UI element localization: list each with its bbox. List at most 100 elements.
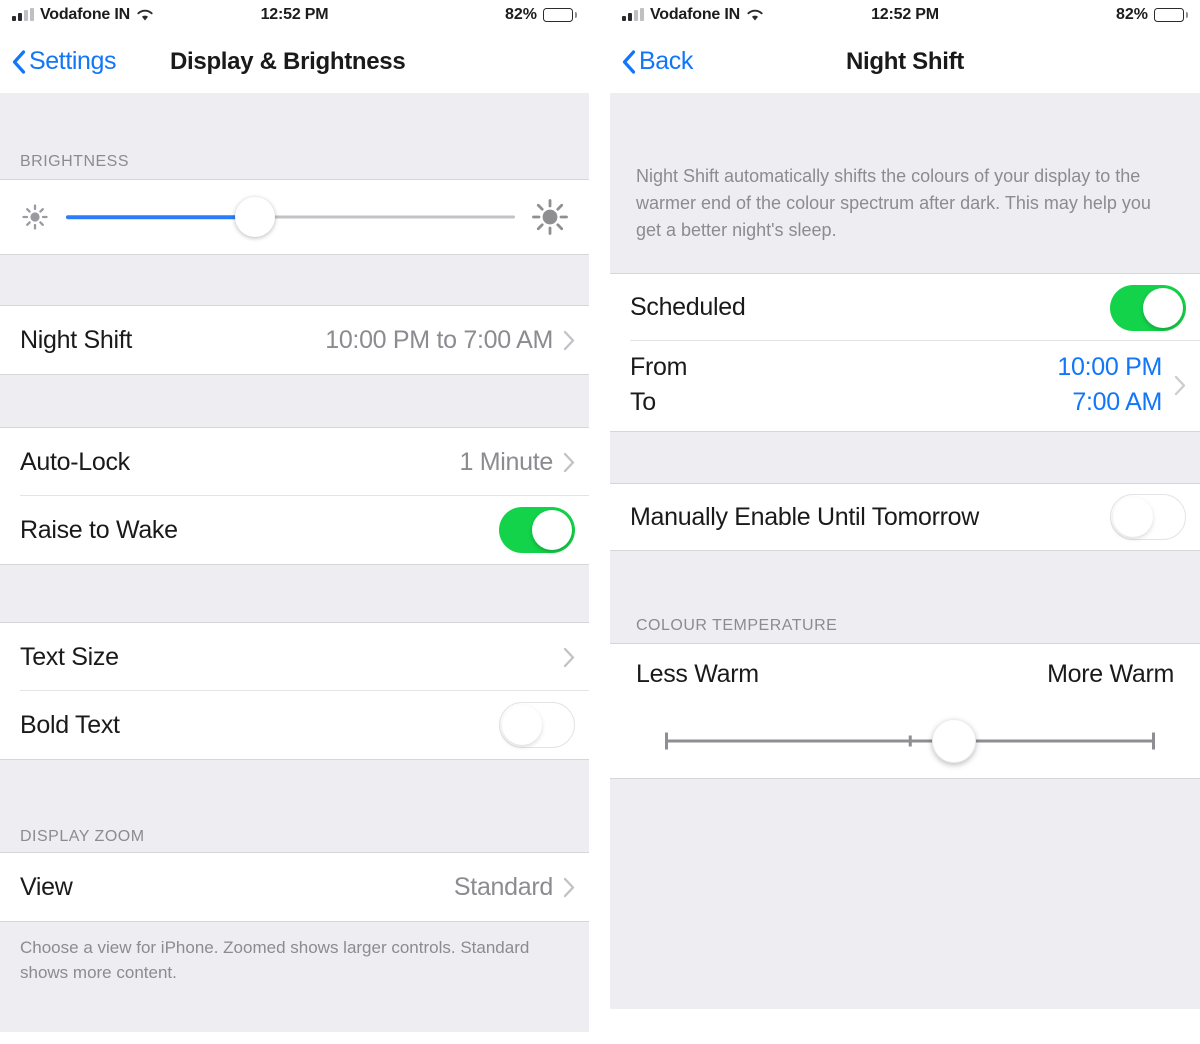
page-title: Night Shift	[845, 47, 964, 75]
row-night-shift-right: 10:00 PM to 7:00 AM	[325, 326, 575, 355]
night-shift-description: Night Shift automatically shifts the col…	[610, 163, 1200, 273]
display-zoom-group: View Standard	[0, 852, 589, 922]
battery-percentage: 82%	[1115, 6, 1148, 23]
auto-lock-group: Auto-Lock 1 Minute Raise to Wake	[0, 427, 589, 565]
row-schedule-times[interactable]: From To 10:00 PM 7:00 AM	[610, 341, 1200, 431]
row-auto-lock-right: 1 Minute	[460, 448, 576, 477]
spacer	[0, 255, 589, 305]
night-shift-group: Night Shift 10:00 PM to 7:00 AM	[0, 305, 589, 375]
row-bold-text-label: Bold Text	[20, 710, 120, 739]
row-night-shift[interactable]: Night Shift 10:00 PM to 7:00 AM	[0, 306, 589, 374]
row-view-right: Standard	[454, 873, 575, 902]
track-end-cap-right	[1152, 732, 1155, 750]
bold-text-toggle[interactable]	[499, 702, 575, 748]
status-bar-right-group: 82%	[505, 6, 577, 24]
sun-large-icon	[529, 196, 571, 238]
toggle-knob	[532, 510, 572, 550]
dual-screenshot-stage: Vodafone IN 12:52 PM 82% Settings Displa…	[0, 0, 1200, 1044]
brightness-slider-row	[0, 180, 589, 254]
night-shift-screen: Vodafone IN 12:52 PM 82% Back Night Shif…	[610, 0, 1200, 1044]
navigation-bar-left: Settings Display & Brightness	[0, 30, 589, 93]
to-value[interactable]: 7:00 AM	[1072, 386, 1162, 419]
chevron-left-icon	[12, 49, 26, 74]
brightness-slider-fill	[66, 215, 255, 219]
toggle-knob	[501, 704, 542, 745]
section-header-display-zoom: DISPLAY ZOOM	[0, 806, 589, 852]
spacer	[610, 93, 1200, 163]
status-bar-right: Vodafone IN 12:52 PM 82%	[610, 0, 1200, 30]
colour-temperature-group: Less Warm More Warm	[610, 643, 1200, 779]
row-text-size-label: Text Size	[20, 642, 119, 671]
spacer	[0, 93, 589, 127]
row-night-shift-value: 10:00 PM to 7:00 AM	[325, 325, 553, 354]
battery-icon	[1154, 8, 1188, 22]
row-auto-lock-value: 1 Minute	[459, 447, 554, 476]
brightness-group	[0, 179, 589, 255]
manually-enable-toggle[interactable]	[1110, 494, 1186, 540]
sun-small-icon	[18, 200, 52, 234]
spacer	[610, 551, 1200, 595]
schedule-times-stack: 10:00 PM 7:00 AM	[1057, 351, 1162, 419]
less-warm-label: Less Warm	[636, 659, 759, 688]
spacer	[0, 760, 589, 806]
row-manually-enable: Manually Enable Until Tomorrow	[610, 484, 1200, 550]
section-header-brightness: BRIGHTNESS	[0, 127, 589, 179]
back-button-label: Settings	[29, 47, 117, 75]
row-auto-lock-label: Auto-Lock	[20, 447, 130, 476]
from-value[interactable]: 10:00 PM	[1057, 351, 1162, 384]
battery-icon	[543, 8, 577, 22]
row-text-size[interactable]: Text Size	[0, 623, 589, 691]
chevron-right-icon	[563, 647, 575, 668]
display-zoom-footer-note: Choose a view for iPhone. Zoomed shows l…	[0, 922, 589, 1032]
back-button[interactable]: Back	[622, 47, 693, 76]
row-auto-lock[interactable]: Auto-Lock 1 Minute	[0, 428, 589, 496]
more-warm-label: More Warm	[1047, 659, 1174, 688]
brightness-slider[interactable]	[66, 195, 515, 239]
status-bar-right-group: 82%	[1116, 6, 1188, 24]
to-label: To	[630, 388, 656, 416]
section-header-colour-temperature: COLOUR TEMPERATURE	[610, 595, 1200, 643]
back-button-label: Back	[639, 47, 693, 75]
row-manually-enable-label: Manually Enable Until Tomorrow	[630, 502, 980, 531]
row-view[interactable]: View Standard	[0, 853, 589, 921]
status-bar-clock: 12:52 PM	[871, 6, 939, 23]
row-raise-to-wake: Raise to Wake	[0, 496, 589, 564]
panel-divider	[589, 0, 610, 1044]
row-bold-text: Bold Text	[0, 691, 589, 759]
colour-temperature-thumb[interactable]	[932, 719, 977, 763]
row-scheduled-label: Scheduled	[630, 293, 746, 321]
chevron-right-icon	[563, 877, 575, 898]
raise-to-wake-toggle[interactable]	[499, 507, 575, 553]
row-view-label: View	[20, 872, 73, 901]
colour-temperature-slider[interactable]	[665, 719, 1155, 763]
toggle-knob	[1112, 496, 1153, 537]
row-scheduled: Scheduled	[610, 274, 1200, 341]
row-night-shift-label: Night Shift	[20, 325, 133, 354]
bottom-filler	[610, 779, 1200, 1009]
schedule-time-keys: From To	[630, 351, 687, 419]
toggle-knob	[1143, 287, 1183, 328]
row-raise-to-wake-label: Raise to Wake	[20, 515, 178, 544]
battery-percentage: 82%	[504, 6, 537, 23]
navigation-bar-right: Back Night Shift	[610, 30, 1200, 93]
brightness-slider-thumb[interactable]	[234, 197, 275, 237]
schedule-time-values: 10:00 PM 7:00 AM	[1057, 351, 1186, 419]
status-bar-clock: 12:52 PM	[260, 6, 329, 23]
text-group: Text Size Bold Text	[0, 622, 589, 760]
chevron-left-icon	[622, 49, 636, 74]
chevron-right-icon	[563, 330, 575, 351]
row-view-value: Standard	[453, 872, 553, 901]
chevron-right-icon	[563, 452, 575, 473]
spacer	[0, 375, 589, 427]
colour-temperature-labels: Less Warm More Warm	[610, 644, 1200, 704]
row-text-size-right	[563, 647, 575, 668]
spacer	[0, 565, 589, 622]
track-midpoint-tick	[908, 735, 912, 747]
colour-temperature-slider-row	[610, 704, 1200, 778]
scheduled-toggle[interactable]	[1110, 284, 1186, 331]
status-bar-left: Vodafone IN 12:52 PM 82%	[0, 0, 589, 30]
spacer	[610, 431, 1200, 483]
display-brightness-screen: Vodafone IN 12:52 PM 82% Settings Displa…	[0, 0, 589, 1044]
track-end-cap-left	[665, 732, 668, 750]
back-button-settings[interactable]: Settings	[12, 47, 117, 76]
